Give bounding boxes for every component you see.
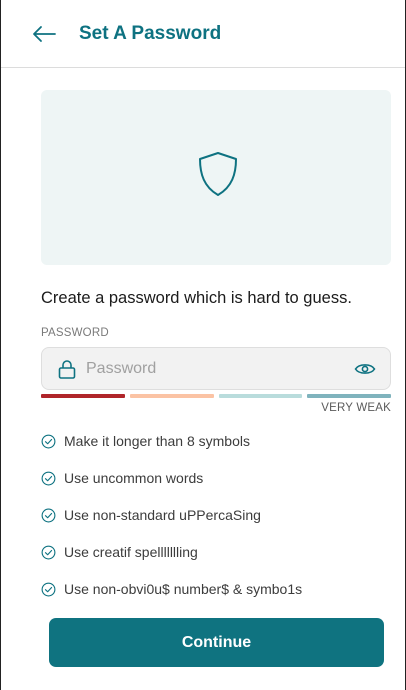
lock-icon: [58, 360, 76, 379]
shield-icon: [199, 152, 237, 196]
hero-illustration: [41, 90, 391, 265]
check-circle-icon: [41, 545, 56, 559]
strength-segment-2: [129, 394, 214, 398]
check-circle-icon: [41, 582, 56, 596]
password-tips-list: Make it longer than 8 symbols Use uncomm…: [41, 432, 391, 617]
set-password-screen: Set A Password Create a password which i…: [0, 0, 406, 690]
back-button[interactable]: [31, 22, 57, 46]
strength-segment-4: [307, 394, 391, 398]
password-strength-meter: [41, 394, 391, 398]
password-field[interactable]: [41, 347, 391, 390]
check-circle-icon: [41, 434, 56, 448]
list-item: Use creatif spellllllling: [41, 543, 391, 561]
strength-segment-1: [41, 394, 125, 398]
list-item: Use non-obvi0u$ number$ & symbo1s: [41, 580, 391, 598]
strength-segment-3: [218, 394, 303, 398]
tip-text: Use non-standard uPPercaSing: [64, 507, 261, 523]
continue-button[interactable]: Continue: [49, 618, 384, 667]
strength-label: VERY WEAK: [321, 402, 391, 414]
tip-text: Use uncommon words: [64, 470, 204, 486]
password-field-label: PASSWORD: [41, 327, 109, 339]
tip-text: Make it longer than 8 symbols: [64, 433, 250, 449]
eye-icon[interactable]: [354, 361, 376, 377]
list-item: Use non-standard uPPercaSing: [41, 506, 391, 524]
check-circle-icon: [41, 508, 56, 522]
list-item: Make it longer than 8 symbols: [41, 432, 391, 450]
tip-text: Use non-obvi0u$ number$ & symbo1s: [64, 581, 303, 597]
password-input[interactable]: [86, 354, 336, 383]
form-headline: Create a password which is hard to guess…: [41, 289, 352, 307]
list-item: Use uncommon words: [41, 469, 391, 487]
arrow-left-icon: [33, 26, 56, 42]
app-header: Set A Password: [1, 0, 405, 68]
tip-text: Use creatif spellllllling: [64, 544, 198, 560]
page-title: Set A Password: [79, 23, 222, 44]
check-circle-icon: [41, 471, 56, 485]
